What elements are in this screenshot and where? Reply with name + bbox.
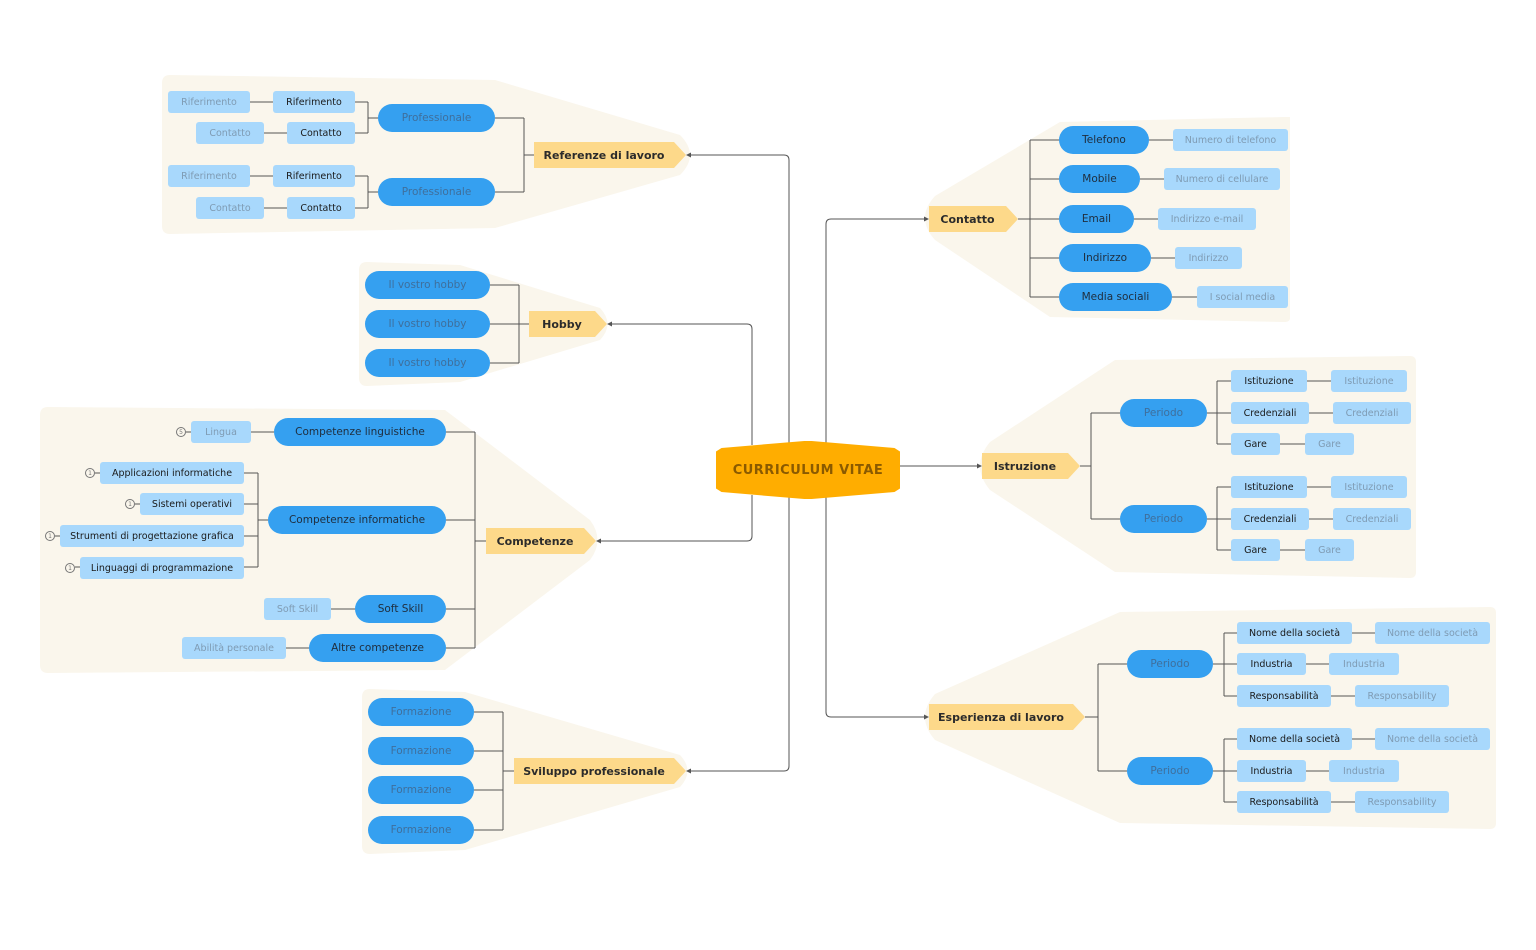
contatto-telefono-value[interactable]: Numero di telefono xyxy=(1173,129,1288,151)
competenze-informatiche[interactable]: Competenze informatiche xyxy=(268,506,446,534)
esperienza-2-nome-societa[interactable]: Nome della società xyxy=(1237,728,1352,750)
esperienza-1-responsabilita-value[interactable]: Responsability xyxy=(1355,685,1449,707)
istruzione-1-credenziali[interactable]: Credenziali xyxy=(1231,402,1309,424)
esperienza-periodo-2[interactable]: Periodo xyxy=(1127,757,1213,785)
count-badge-icon[interactable]: 1 xyxy=(45,531,55,541)
esperienza-2-responsabilita[interactable]: Responsabilità xyxy=(1237,791,1331,813)
competenze-applicazioni-informatiche[interactable]: Applicazioni informatiche xyxy=(100,462,244,484)
contatto-media-sociali[interactable]: Media sociali xyxy=(1059,283,1172,311)
connector-competenze xyxy=(598,495,753,542)
topic-istruzione[interactable]: Istruzione xyxy=(982,453,1080,479)
esperienza-2-industria[interactable]: Industria xyxy=(1237,760,1306,782)
competenze-soft-skill[interactable]: Soft Skill xyxy=(355,595,446,623)
esperienza-2-industria-value[interactable]: Industria xyxy=(1329,760,1399,782)
esperienza-1-nome-societa-value[interactable]: Nome della società xyxy=(1375,622,1490,644)
referenze-group-2[interactable]: Professionale xyxy=(378,178,495,206)
esperienza-1-industria[interactable]: Industria xyxy=(1237,653,1306,675)
contatto-email-value[interactable]: Indirizzo e-mail xyxy=(1158,208,1256,230)
istruzione-1-istituzione[interactable]: Istituzione xyxy=(1231,370,1307,392)
sviluppo-formazione-1[interactable]: Formazione xyxy=(368,698,474,726)
referenze-2-contatto-value[interactable]: Contatto xyxy=(196,197,264,219)
topic-esperienza-di-lavoro[interactable]: Esperienza di lavoro xyxy=(929,704,1085,730)
istruzione-periodo-2[interactable]: Periodo xyxy=(1120,505,1207,533)
istruzione-2-gare-value[interactable]: Gare xyxy=(1305,539,1354,561)
istruzione-1-credenziali-value[interactable]: Credenziali xyxy=(1333,402,1411,424)
sviluppo-formazione-4[interactable]: Formazione xyxy=(368,816,474,844)
referenze-1-riferimento[interactable]: Riferimento xyxy=(273,91,355,113)
referenze-1-riferimento-value[interactable]: Riferimento xyxy=(168,91,250,113)
referenze-2-contatto[interactable]: Contatto xyxy=(287,197,355,219)
contatto-media-sociali-value[interactable]: I social media xyxy=(1197,286,1288,308)
referenze-1-contatto[interactable]: Contatto xyxy=(287,122,355,144)
competenze-strumenti-grafica[interactable]: Strumenti di progettazione grafica xyxy=(60,525,244,547)
connector-contatto xyxy=(825,218,926,445)
esperienza-2-nome-societa-value[interactable]: Nome della società xyxy=(1375,728,1490,750)
istruzione-2-credenziali-value[interactable]: Credenziali xyxy=(1333,508,1411,530)
esperienza-1-nome-societa[interactable]: Nome della società xyxy=(1237,622,1352,644)
connector-hobby xyxy=(609,323,753,445)
connector-referenze xyxy=(688,154,790,445)
competenze-linguaggi-programmazione[interactable]: Linguaggi di programmazione xyxy=(80,557,244,579)
istruzione-1-istituzione-value[interactable]: Istituzione xyxy=(1331,370,1407,392)
count-badge-icon[interactable]: 1 xyxy=(125,499,135,509)
connector-sviluppo xyxy=(688,495,790,772)
competenze-sistemi-operativi[interactable]: Sistemi operativi xyxy=(140,493,244,515)
istruzione-periodo-1[interactable]: Periodo xyxy=(1120,399,1207,427)
count-badge-icon[interactable]: 5 xyxy=(176,427,186,437)
topic-sviluppo-professionale[interactable]: Sviluppo professionale xyxy=(514,758,686,784)
istruzione-1-gare[interactable]: Gare xyxy=(1231,433,1280,455)
hobby-item-1[interactable]: Il vostro hobby xyxy=(365,271,490,299)
referenze-2-riferimento[interactable]: Riferimento xyxy=(273,165,355,187)
contatto-indirizzo-value[interactable]: Indirizzo xyxy=(1175,247,1242,269)
esperienza-1-industria-value[interactable]: Industria xyxy=(1329,653,1399,675)
competenze-linguistiche[interactable]: Competenze linguistiche xyxy=(274,418,446,446)
count-badge-icon[interactable]: 1 xyxy=(65,563,75,573)
istruzione-2-istituzione[interactable]: Istituzione xyxy=(1231,476,1307,498)
referenze-group-1[interactable]: Professionale xyxy=(378,104,495,132)
esperienza-periodo-1[interactable]: Periodo xyxy=(1127,650,1213,678)
mind-map-canvas: CURRICULUM VITAE Referenze di lavoro Pro… xyxy=(0,0,1536,950)
sviluppo-formazione-2[interactable]: Formazione xyxy=(368,737,474,765)
topic-competenze[interactable]: Competenze xyxy=(486,528,596,554)
competenze-abilita-personale[interactable]: Abilità personale xyxy=(182,637,286,659)
esperienza-1-responsabilita[interactable]: Responsabilità xyxy=(1237,685,1331,707)
istruzione-2-credenziali[interactable]: Credenziali xyxy=(1231,508,1309,530)
istruzione-1-gare-value[interactable]: Gare xyxy=(1305,433,1354,455)
sviluppo-formazione-3[interactable]: Formazione xyxy=(368,776,474,804)
contatto-mobile[interactable]: Mobile xyxy=(1059,165,1140,193)
topic-referenze-di-lavoro[interactable]: Referenze di lavoro xyxy=(534,142,686,168)
contatto-indirizzo[interactable]: Indirizzo xyxy=(1059,244,1151,272)
istruzione-2-gare[interactable]: Gare xyxy=(1231,539,1280,561)
contatto-mobile-value[interactable]: Numero di cellulare xyxy=(1164,168,1280,190)
count-badge-icon[interactable]: 1 xyxy=(85,468,95,478)
contatto-telefono[interactable]: Telefono xyxy=(1059,126,1149,154)
competenze-altre[interactable]: Altre competenze xyxy=(309,634,446,662)
topic-hobby[interactable]: Hobby xyxy=(529,311,607,337)
contatto-email[interactable]: Email xyxy=(1059,205,1134,233)
referenze-2-riferimento-value[interactable]: Riferimento xyxy=(168,165,250,187)
esperienza-2-responsabilita-value[interactable]: Responsability xyxy=(1355,791,1449,813)
hobby-item-3[interactable]: Il vostro hobby xyxy=(365,349,490,377)
hobby-item-2[interactable]: Il vostro hobby xyxy=(365,310,490,338)
competenze-lingua[interactable]: Lingua xyxy=(191,421,251,443)
connector-esperienza xyxy=(825,495,926,718)
istruzione-2-istituzione-value[interactable]: Istituzione xyxy=(1331,476,1407,498)
topic-contatto[interactable]: Contatto xyxy=(929,206,1018,232)
referenze-1-contatto-value[interactable]: Contatto xyxy=(196,122,264,144)
competenze-soft-skill-value[interactable]: Soft Skill xyxy=(264,598,331,620)
central-topic[interactable]: CURRICULUM VITAE xyxy=(716,441,900,499)
